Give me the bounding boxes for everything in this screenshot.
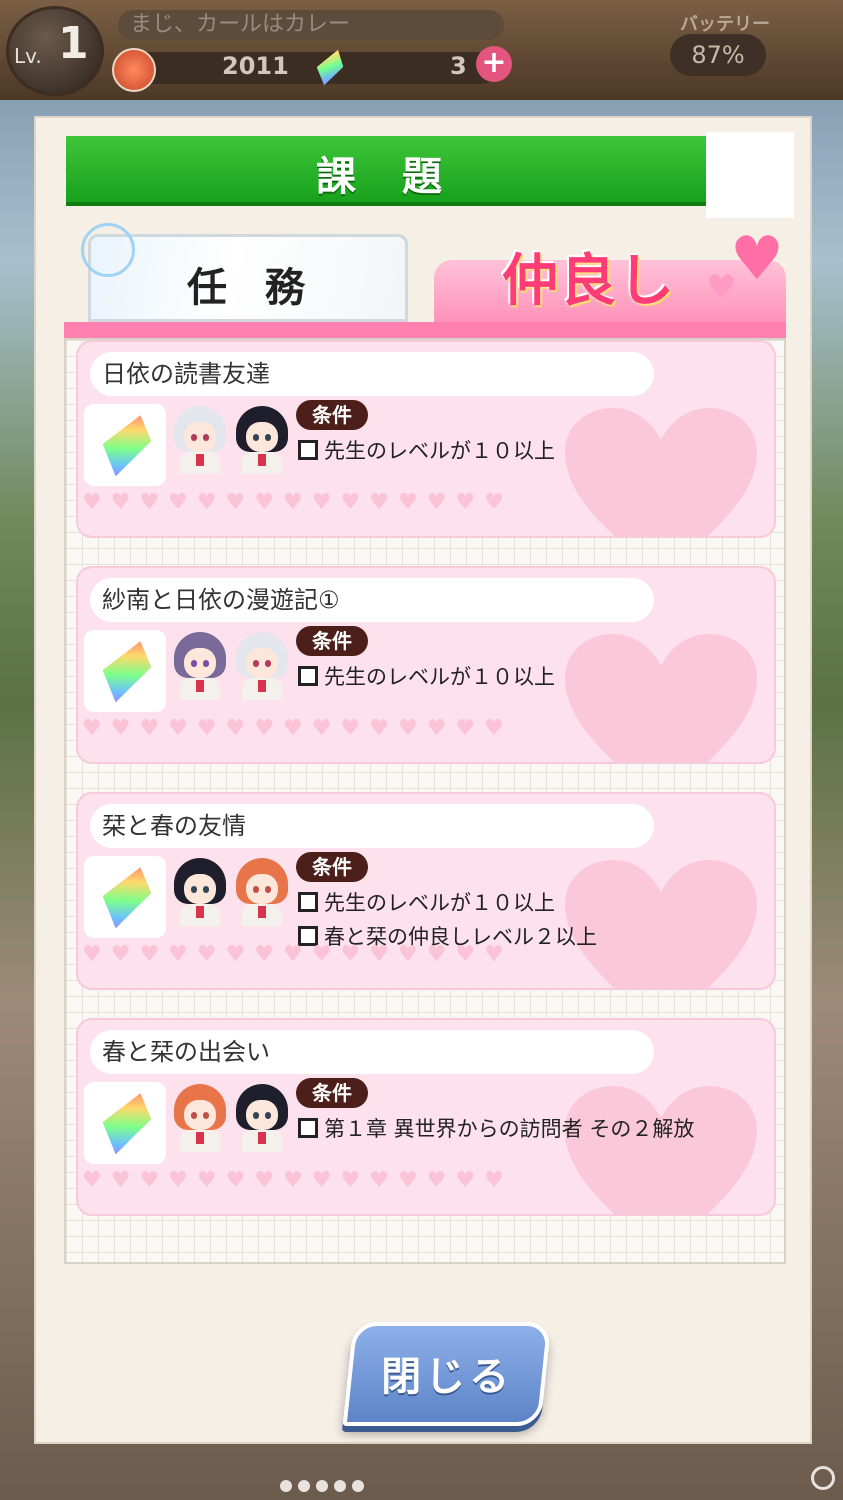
page-dot	[280, 1480, 292, 1492]
character-avatar	[172, 406, 228, 476]
condition-text: 先生のレベルが１０以上	[324, 439, 555, 463]
add-gems-button[interactable]: +	[476, 46, 512, 82]
character-avatar	[172, 858, 228, 928]
condition-row: 先生のレベルが１０以上	[298, 886, 555, 918]
heart-icon: ♥	[706, 268, 737, 308]
character-avatar	[172, 632, 228, 702]
rainbow-gem-icon	[93, 406, 159, 484]
crosshair-icon	[81, 223, 135, 277]
condition-row: 先生のレベルが１０以上	[298, 660, 555, 692]
quest-dialog: 課 題 任 務 仲良し ♥ ♥ 日依の読書友達 条件 先生のレベルが１０以上 ♥…	[34, 116, 812, 1444]
tab-friendship[interactable]: 仲良し ♥ ♥	[434, 224, 786, 326]
heart-icon	[565, 634, 757, 762]
page-dot	[298, 1480, 310, 1492]
condition-label: 条件	[296, 1078, 368, 1108]
character-avatar	[234, 858, 290, 928]
condition-label: 条件	[296, 626, 368, 656]
heart-row-decoration: ♥♥♥♥♥♥♥♥♥♥♥♥♥♥♥	[82, 1168, 513, 1193]
condition-row: 第１章 異世界からの訪問者 その２解放	[298, 1112, 694, 1144]
character-avatar	[234, 1084, 290, 1154]
player-name: まじ、カールはカレー	[118, 10, 504, 40]
quest-title: 栞と春の友情	[90, 804, 654, 848]
quest-card[interactable]: 春と栞の出会い 条件 第１章 異世界からの訪問者 その２解放 ♥♥♥♥♥♥♥♥♥…	[76, 1018, 776, 1216]
heart-row-decoration: ♥♥♥♥♥♥♥♥♥♥♥♥♥♥♥	[82, 942, 513, 967]
close-button[interactable]: 閉じる	[342, 1322, 552, 1426]
close-button-label: 閉じる	[381, 1354, 514, 1400]
condition-label: 条件	[296, 400, 368, 430]
reward-box	[84, 856, 166, 938]
tab-mission-label: 任 務	[187, 265, 317, 311]
heart-icon	[565, 408, 757, 536]
gem-count: 3	[450, 52, 467, 80]
condition-checkbox	[298, 892, 318, 912]
rainbow-gem-icon	[93, 858, 159, 936]
rainbow-gem-icon	[93, 632, 159, 710]
quest-card[interactable]: 日依の読書友達 条件 先生のレベルが１０以上 ♥♥♥♥♥♥♥♥♥♥♥♥♥♥♥	[76, 340, 776, 538]
coin-count: 2011	[222, 52, 289, 80]
condition-checkbox	[298, 1118, 318, 1138]
title-patch	[706, 132, 794, 218]
condition-text: 先生のレベルが１０以上	[324, 891, 555, 915]
coin-icon	[112, 48, 156, 92]
quest-title: 紗南と日依の漫遊記①	[90, 578, 654, 622]
page-indicator	[280, 1480, 380, 1494]
reward-box	[84, 404, 166, 486]
battery-label: バッテリー	[680, 14, 770, 35]
condition-label: 条件	[296, 852, 368, 882]
quest-card[interactable]: 紗南と日依の漫遊記① 条件 先生のレベルが１０以上 ♥♥♥♥♥♥♥♥♥♥♥♥♥♥…	[76, 566, 776, 764]
resource-bar	[118, 52, 498, 84]
condition-text: 第１章 異世界からの訪問者 その２解放	[324, 1117, 695, 1141]
level-value: 1	[58, 18, 89, 69]
heart-icon: ♥	[730, 224, 784, 294]
condition-row: 先生のレベルが１０以上	[298, 434, 555, 466]
quest-card[interactable]: 栞と春の友情 条件 先生のレベルが１０以上 春と栞の仲良しレベル２以上 ♥♥♥♥…	[76, 792, 776, 990]
quest-title: 日依の読書友達	[90, 352, 654, 396]
condition-text: 先生のレベルが１０以上	[324, 665, 555, 689]
heart-row-decoration: ♥♥♥♥♥♥♥♥♥♥♥♥♥♥♥	[82, 716, 513, 741]
quest-list[interactable]: 日依の読書友達 条件 先生のレベルが１０以上 ♥♥♥♥♥♥♥♥♥♥♥♥♥♥♥ 紗…	[64, 338, 786, 1264]
quest-title: 春と栞の出会い	[90, 1030, 654, 1074]
tab-friendship-label: 仲良し	[502, 249, 676, 314]
dialog-title-bar: 課 題	[66, 136, 708, 206]
condition-checkbox	[298, 666, 318, 686]
page-dot	[334, 1480, 346, 1492]
watermark-logo	[811, 1466, 835, 1490]
tab-underline	[64, 322, 786, 338]
page-dot	[316, 1480, 328, 1492]
reward-box	[84, 1082, 166, 1164]
level-label: Lv.	[14, 44, 42, 68]
heart-row-decoration: ♥♥♥♥♥♥♥♥♥♥♥♥♥♥♥	[82, 490, 513, 515]
battery-level: 87%	[670, 34, 766, 76]
heart-icon	[565, 1086, 757, 1214]
page-dot	[352, 1480, 364, 1492]
condition-checkbox	[298, 440, 318, 460]
dialog-title: 課 題	[316, 154, 458, 200]
tab-mission[interactable]: 任 務	[81, 223, 408, 322]
rainbow-gem-icon	[93, 1084, 159, 1162]
character-avatar	[172, 1084, 228, 1154]
character-avatar	[234, 406, 290, 476]
reward-box	[84, 630, 166, 712]
character-avatar	[234, 632, 290, 702]
status-bar: Lv. 1 まじ、カールはカレー 2011 3 + バッテリー 87%	[0, 0, 843, 100]
